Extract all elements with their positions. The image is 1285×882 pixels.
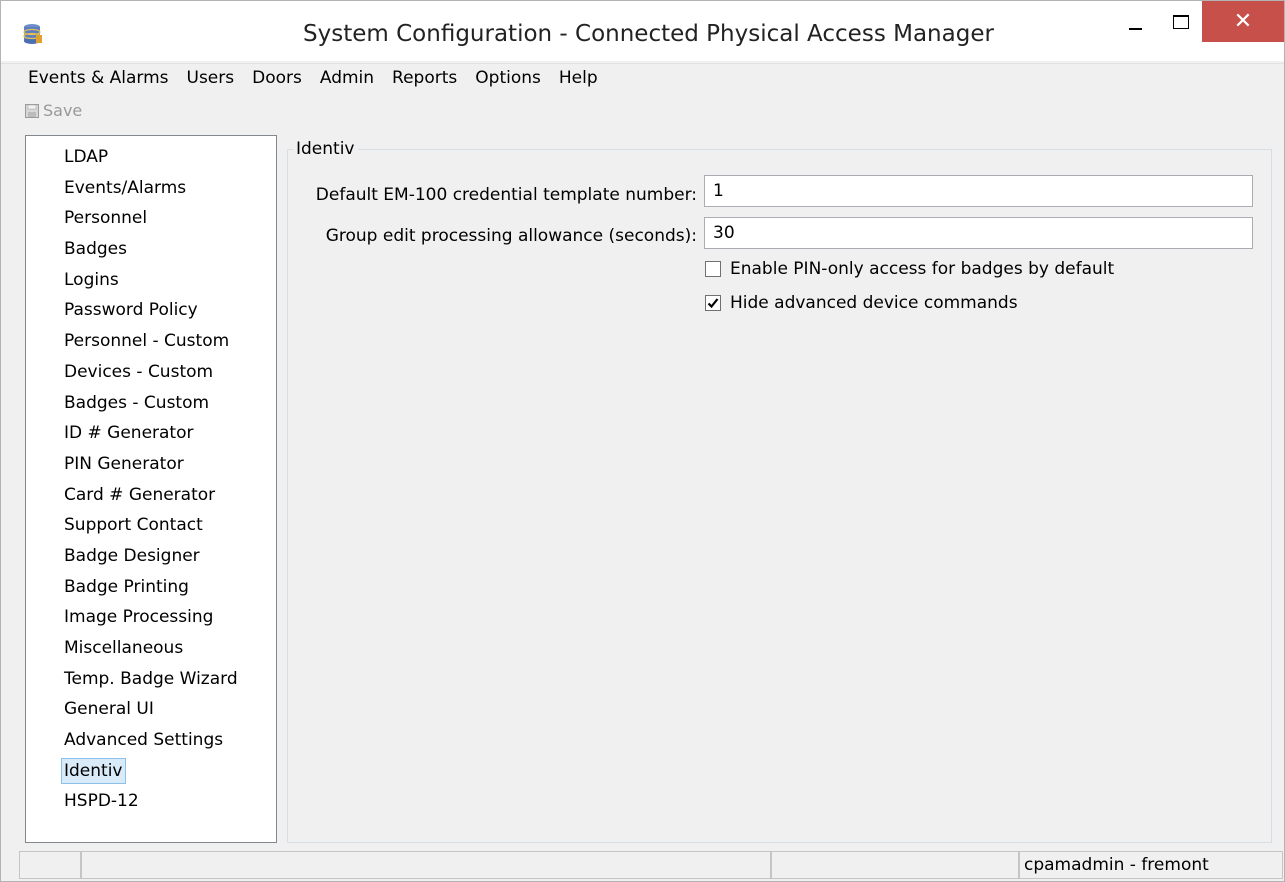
processing-allowance-label: Group edit processing allowance (seconds… <box>325 226 697 246</box>
menu-users[interactable]: Users <box>178 68 244 88</box>
save-label: Save <box>43 101 83 120</box>
menu-reports[interactable]: Reports <box>383 68 466 88</box>
sidebar-item-label: Devices - Custom <box>64 361 214 382</box>
sidebar-item-label: Miscellaneous <box>64 638 184 658</box>
sidebar-item-logins[interactable]: Logins <box>26 265 276 296</box>
sidebar-item-miscellaneous[interactable]: Miscellaneous <box>26 633 276 664</box>
sidebar-item-badges-custom[interactable]: Badges - Custom <box>26 388 276 419</box>
settings-category-list[interactable]: LDAP Events/Alarms Personnel Badges Logi… <box>25 135 277 843</box>
groupbox-title: Identiv <box>293 139 358 159</box>
sidebar-item-label: Badges - Custom <box>64 392 210 413</box>
sidebar-item-label: General UI <box>64 699 154 720</box>
identiv-groupbox <box>287 149 1272 843</box>
sidebar-item-label: PIN Generator <box>64 453 184 474</box>
menu-events-alarms[interactable]: Events & Alarms <box>1 68 178 88</box>
sidebar-item-label: Badge Designer <box>64 545 200 566</box>
menu-bar: Events & Alarms Users Doors Admin Report… <box>1 63 1284 92</box>
processing-allowance-input[interactable] <box>704 217 1253 249</box>
sidebar-item-card-generator[interactable]: Card # Generator <box>26 480 276 511</box>
status-panel-2 <box>81 851 771 879</box>
sidebar-item-personnel[interactable]: Personnel <box>26 203 276 234</box>
sidebar-item-identiv[interactable]: Identiv <box>26 756 276 787</box>
status-panel-1 <box>19 851 81 879</box>
template-number-label: Default EM-100 credential template numbe… <box>315 185 697 205</box>
sidebar-item-ldap[interactable]: LDAP <box>26 142 276 173</box>
sidebar-item-image-processing[interactable]: Image Processing <box>26 602 276 633</box>
menu-doors[interactable]: Doors <box>243 68 311 88</box>
menu-help[interactable]: Help <box>550 68 607 88</box>
sidebar-item-label: HSPD-12 <box>64 791 139 812</box>
sidebar-item-label: Card # Generator <box>64 484 216 505</box>
sidebar-item-label: Badge Printing <box>64 576 189 597</box>
hide-advanced-checkbox[interactable] <box>705 295 721 311</box>
sidebar-item-label: Password Policy <box>64 300 198 321</box>
hide-advanced-label: Hide advanced device commands <box>730 293 1018 313</box>
title-bar[interactable]: System Configuration - Connected Physica… <box>1 1 1284 61</box>
sidebar-item-support-contact[interactable]: Support Contact <box>26 510 276 541</box>
sidebar-item-label: LDAP <box>64 147 109 167</box>
save-button[interactable]: Save <box>25 101 82 120</box>
close-button[interactable]: ✕ <box>1202 1 1284 42</box>
hide-advanced-checkbox-row[interactable]: Hide advanced device commands <box>705 293 1018 313</box>
sidebar-item-label: Logins <box>64 269 119 290</box>
settings-panel: Identiv Default EM-100 credential templa… <box>287 135 1272 843</box>
sidebar-item-label: Support Contact <box>64 515 203 536</box>
sidebar-item-badge-printing[interactable]: Badge Printing <box>26 572 276 603</box>
sidebar-item-label: Identiv <box>61 757 126 784</box>
sidebar-item-label: Advanced Settings <box>64 730 224 751</box>
sidebar-item-password-policy[interactable]: Password Policy <box>26 295 276 326</box>
sidebar-item-advanced-settings[interactable]: Advanced Settings <box>26 725 276 756</box>
sidebar-item-label: Personnel <box>64 208 148 229</box>
sidebar-item-hspd-12[interactable]: HSPD-12 <box>26 786 276 817</box>
pin-only-label: Enable PIN-only access for badges by def… <box>730 259 1115 279</box>
sidebar-item-id-generator[interactable]: ID # Generator <box>26 418 276 449</box>
menu-options[interactable]: Options <box>466 68 550 88</box>
maximize-icon <box>1172 14 1189 29</box>
sidebar-item-personnel-custom[interactable]: Personnel - Custom <box>26 326 276 357</box>
sidebar-item-devices-custom[interactable]: Devices - Custom <box>26 357 276 388</box>
sidebar-item-label: Temp. Badge Wizard <box>64 668 238 689</box>
checkmark-icon <box>707 298 719 309</box>
pin-only-checkbox-row[interactable]: Enable PIN-only access for badges by def… <box>705 259 1114 279</box>
sidebar-item-badge-designer[interactable]: Badge Designer <box>26 541 276 572</box>
status-bar: cpamadmin - fremont <box>1 851 1284 881</box>
menu-admin[interactable]: Admin <box>311 68 383 88</box>
sidebar-item-label: ID # Generator <box>64 423 194 444</box>
minimize-button[interactable] <box>1113 1 1158 42</box>
sidebar-item-label: Events/Alarms <box>64 177 187 198</box>
app-window: System Configuration - Connected Physica… <box>0 0 1285 882</box>
floppy-disk-icon <box>25 103 39 118</box>
minimize-icon <box>1129 27 1142 30</box>
sidebar-item-general-ui[interactable]: General UI <box>26 694 276 725</box>
close-icon: ✕ <box>1233 8 1253 34</box>
status-user-info: cpamadmin - fremont <box>1019 851 1283 879</box>
category-list: LDAP Events/Alarms Personnel Badges Logi… <box>26 136 276 817</box>
sidebar-item-pin-generator[interactable]: PIN Generator <box>26 449 276 480</box>
sidebar-item-label: Personnel - Custom <box>64 331 230 352</box>
window-title: System Configuration - Connected Physica… <box>303 21 994 47</box>
sidebar-item-temp-badge-wizard[interactable]: Temp. Badge Wizard <box>26 664 276 695</box>
template-number-input[interactable] <box>704 175 1253 207</box>
sidebar-item-label: Image Processing <box>64 607 214 628</box>
status-panel-3 <box>771 851 1019 879</box>
sidebar-item-label: Badges <box>64 239 127 260</box>
maximize-button[interactable] <box>1158 1 1203 42</box>
pin-only-checkbox[interactable] <box>705 261 721 277</box>
sidebar-item-events-alarms[interactable]: Events/Alarms <box>26 173 276 204</box>
toolbar: Save <box>1 97 1284 125</box>
sidebar-item-badges[interactable]: Badges <box>26 234 276 265</box>
